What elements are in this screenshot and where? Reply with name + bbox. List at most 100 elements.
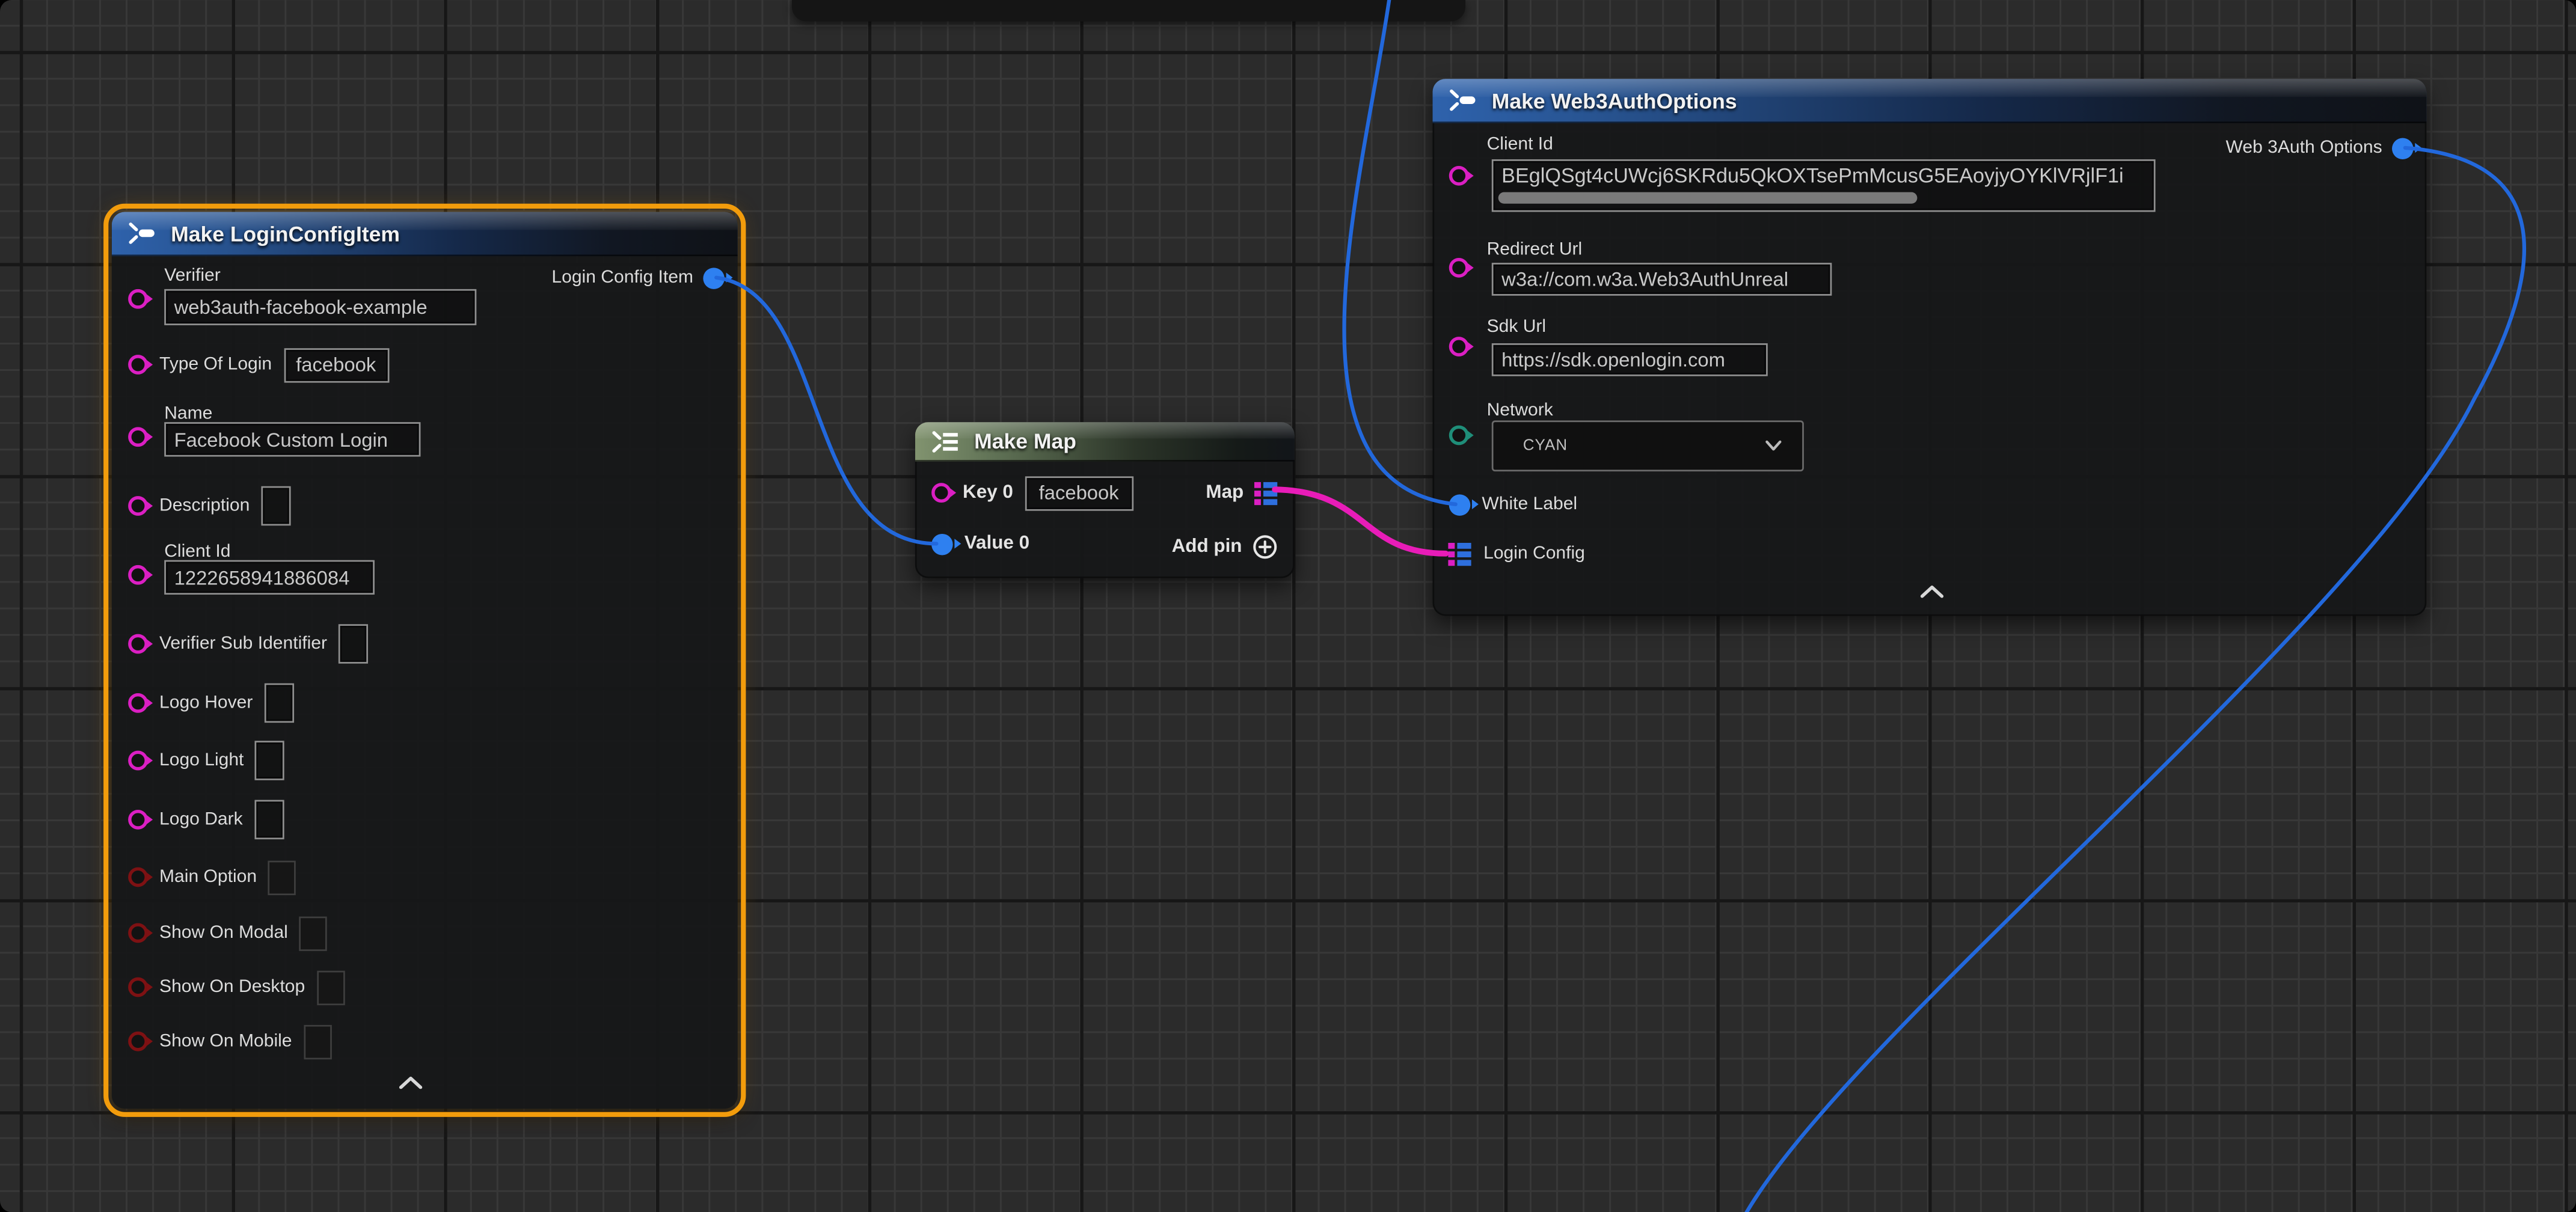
row-logo-light: Logo Light	[128, 739, 285, 782]
pin-show-on-desktop[interactable]	[128, 978, 148, 997]
offscreen-node-edge[interactable]	[792, 0, 1465, 22]
pin-logo-hover[interactable]	[128, 693, 148, 713]
field-label-verifier: Verifier	[164, 266, 221, 286]
node-header-make-map[interactable]: Make Map	[915, 422, 1295, 462]
node-header-make-loginconfigitem[interactable]: Make LoginConfigItem	[112, 212, 738, 256]
input-description[interactable]	[261, 486, 290, 526]
add-pin-plus-icon[interactable]	[1252, 534, 1278, 560]
node-make-map[interactable]: Make Map Key 0 facebook Map Value 0 Add …	[915, 422, 1295, 578]
field-label-redirect-url: Redirect Url	[1487, 240, 1583, 260]
pin-verifier[interactable]	[128, 289, 148, 309]
pin-type-of-login[interactable]	[128, 355, 148, 375]
row-value0: Value 0	[931, 524, 1029, 564]
input-client-id[interactable]: 1222658941886084	[164, 560, 375, 595]
node-title: Make Web3AuthOptions	[1492, 88, 1737, 112]
pin-web3auth-options-output[interactable]	[2392, 137, 2414, 159]
input-key0[interactable]: facebook	[1025, 476, 1133, 510]
pin-redirect-url[interactable]	[1449, 258, 1469, 278]
input-verifier-sub-identifier[interactable]	[339, 624, 368, 664]
pin-label-white-label: White Label	[1482, 494, 1577, 514]
input-verifier[interactable]: web3auth-facebook-example	[164, 289, 476, 325]
field-label-network: Network	[1487, 401, 1553, 421]
pin-label-key0: Key 0	[963, 483, 1013, 503]
field-label-show-on-mobile: Show On Mobile	[159, 1032, 292, 1051]
checkbox-show-on-modal[interactable]	[299, 916, 327, 950]
row-show-on-desktop: Show On Desktop	[128, 967, 345, 1007]
collapse-chevron-icon[interactable]	[1919, 585, 1945, 598]
output-pin-label: Web 3Auth Options	[2226, 138, 2382, 158]
blueprint-graph-canvas[interactable]: Make LoginConfigItem Login Config Item V…	[0, 0, 2576, 1212]
field-label-description: Description	[159, 496, 250, 516]
input-redirect-url[interactable]: w3a://com.w3a.Web3AuthUnreal	[1492, 263, 1832, 296]
output-row-login-config-item: Login Config Item	[551, 258, 724, 298]
field-label-logo-hover: Logo Hover	[159, 693, 253, 713]
row-logo-dark: Logo Dark	[128, 798, 284, 841]
node-make-web3authoptions[interactable]: Make Web3AuthOptions Web 3Auth Options C…	[1432, 79, 2426, 616]
network-dropdown-value: CYAN	[1523, 437, 1568, 455]
row-key0: Key 0 facebook	[931, 473, 1133, 513]
input-logo-dark[interactable]	[254, 800, 284, 840]
pin-main-option[interactable]	[128, 868, 148, 887]
pin-login-config-map[interactable]	[1447, 541, 1472, 566]
pin-value0[interactable]	[931, 533, 953, 555]
pin-label-value0: Value 0	[964, 534, 1029, 554]
input-client-id[interactable]: BEglQSgt4cUWcj6SKRdu5QkOXTsePmMcusG5EAoy…	[1492, 159, 2156, 212]
output-row-web3auth-options: Web 3Auth Options	[2226, 128, 2414, 168]
collapse-chevron-icon[interactable]	[397, 1076, 424, 1089]
make-map-icon	[930, 429, 963, 452]
input-name[interactable]: Facebook Custom Login	[164, 422, 420, 456]
checkbox-show-on-desktop[interactable]	[316, 970, 344, 1004]
output-row-map: Map	[1206, 473, 1278, 513]
pin-verifier-sub-identifier[interactable]	[128, 634, 148, 654]
row-verifier-sub-identifier: Verifier Sub Identifier	[128, 622, 368, 665]
field-label-show-on-modal: Show On Modal	[159, 923, 288, 943]
field-label-logo-light: Logo Light	[159, 751, 244, 771]
add-pin-control[interactable]: Add pin	[1172, 527, 1278, 567]
input-type-of-login[interactable]: facebook	[283, 347, 388, 382]
make-struct-icon	[1447, 89, 1480, 112]
row-type-of-login: Type Of Login facebook	[128, 345, 388, 385]
field-horizontal-scrollbar[interactable]	[1498, 192, 1918, 204]
pin-map-output[interactable]	[1254, 480, 1278, 505]
wire-loginconfigitem-to-value0	[716, 278, 936, 544]
wire-map-to-loginconfig	[1275, 489, 1446, 554]
dropdown-chevron-icon	[1764, 440, 1782, 451]
node-title: Make Map	[974, 429, 1076, 453]
output-pin-label-map: Map	[1206, 483, 1244, 503]
row-main-option: Main Option	[128, 857, 296, 897]
node-header-make-web3authoptions[interactable]: Make Web3AuthOptions	[1432, 79, 2426, 123]
pin-name[interactable]	[128, 427, 148, 447]
input-sdk-url[interactable]: https://sdk.openlogin.com	[1492, 343, 1768, 376]
row-description: Description	[128, 485, 291, 527]
pin-show-on-mobile[interactable]	[128, 1032, 148, 1051]
pin-client-id[interactable]	[128, 565, 148, 585]
pin-client-id[interactable]	[1449, 166, 1469, 186]
input-logo-hover[interactable]	[265, 684, 294, 723]
pin-logo-dark[interactable]	[128, 810, 148, 830]
row-login-config: Login Config	[1447, 534, 1585, 574]
field-label-show-on-desktop: Show On Desktop	[159, 978, 305, 997]
field-label-main-option: Main Option	[159, 868, 257, 887]
pin-key0[interactable]	[931, 483, 951, 503]
pin-network[interactable]	[1449, 426, 1469, 445]
pin-white-label[interactable]	[1449, 494, 1471, 515]
row-white-label: White Label	[1449, 485, 1577, 524]
row-logo-hover: Logo Hover	[128, 682, 294, 724]
pin-login-config-item-output[interactable]	[703, 267, 725, 289]
pin-logo-light[interactable]	[128, 751, 148, 771]
row-show-on-modal: Show On Modal	[128, 913, 327, 953]
input-logo-light[interactable]	[256, 741, 285, 780]
pin-description[interactable]	[128, 496, 148, 516]
node-title: Make LoginConfigItem	[171, 221, 400, 245]
checkbox-show-on-mobile[interactable]	[304, 1024, 331, 1058]
field-label-logo-dark: Logo Dark	[159, 810, 243, 830]
field-label-name: Name	[164, 404, 212, 424]
pin-label-login-config: Login Config	[1483, 543, 1585, 563]
checkbox-main-option[interactable]	[268, 860, 296, 894]
pin-show-on-modal[interactable]	[128, 923, 148, 943]
field-label-sdk-url: Sdk Url	[1487, 317, 1547, 337]
pin-sdk-url[interactable]	[1449, 337, 1469, 357]
node-make-loginconfigitem[interactable]: Make LoginConfigItem Login Config Item V…	[112, 212, 738, 1109]
field-label-client-id: Client Id	[1487, 135, 1553, 155]
network-dropdown[interactable]: CYAN	[1492, 420, 1804, 471]
